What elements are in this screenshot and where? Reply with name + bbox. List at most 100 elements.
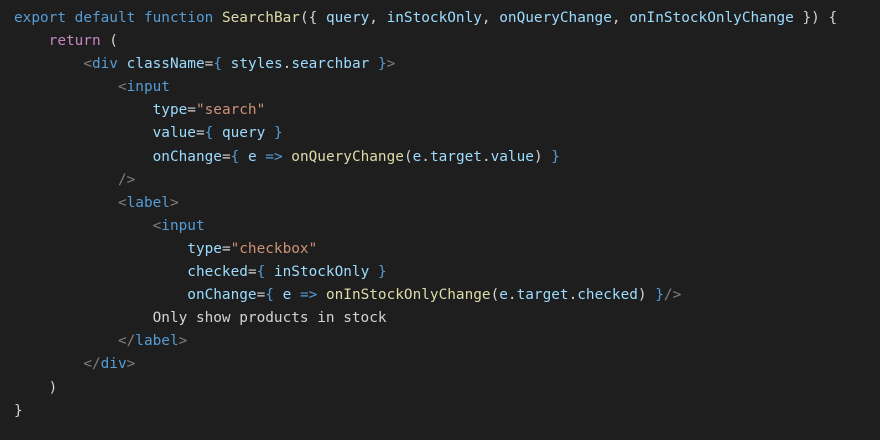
- code-token: }: [273, 125, 283, 142]
- code-line: Only show products in stock: [14, 307, 880, 330]
- code-block: export default function SearchBar({ quer…: [14, 7, 880, 423]
- code-token: value: [490, 148, 534, 165]
- code-token: =: [221, 148, 231, 165]
- code-token: ): [533, 148, 552, 165]
- code-token: "checkbox": [230, 240, 318, 257]
- code-token: checked: [187, 264, 248, 281]
- code-token: className: [126, 56, 205, 73]
- code-token: default: [74, 10, 136, 26]
- code-token: </: [83, 356, 101, 373]
- code-token: =: [204, 56, 214, 73]
- code-token: =: [187, 102, 196, 119]
- code-line: return (: [14, 30, 880, 53]
- code-token: type: [187, 240, 222, 257]
- code-token: SearchBar: [221, 10, 300, 26]
- code-token: div: [91, 56, 118, 73]
- code-line: ): [14, 377, 880, 400]
- code-token: <: [117, 194, 127, 211]
- code-token: >: [169, 194, 179, 211]
- code-token: (: [403, 148, 413, 165]
- code-token: searchbar: [291, 56, 370, 73]
- code-token: {: [204, 125, 214, 142]
- code-token: >: [178, 333, 188, 350]
- code-token: (: [490, 287, 500, 304]
- code-token: ): [637, 287, 656, 304]
- code-token: }: [377, 264, 387, 281]
- code-token: >: [386, 56, 396, 73]
- code-token: >: [126, 356, 136, 373]
- code-token: =: [256, 287, 266, 304]
- code-token: }) {: [793, 10, 838, 26]
- code-line: <input: [14, 76, 880, 99]
- code-line: type="search": [14, 99, 880, 122]
- code-line: onChange={ e => onQueryChange(e.target.v…: [14, 146, 880, 169]
- code-token: return: [48, 33, 101, 50]
- code-token: onQueryChange: [291, 148, 404, 165]
- code-editor[interactable]: export default function SearchBar({ quer…: [0, 0, 880, 440]
- code-token: }: [377, 56, 387, 73]
- code-token: }: [14, 402, 23, 419]
- code-line: </div>: [14, 353, 880, 376]
- code-token: div: [100, 356, 127, 373]
- code-token: =: [247, 264, 257, 281]
- code-token: e: [247, 148, 257, 165]
- code-token: value: [152, 125, 196, 142]
- code-line: checked={ inStockOnly }: [14, 261, 880, 284]
- code-token: query: [325, 10, 370, 26]
- code-token: <: [152, 217, 162, 234]
- code-token: e: [499, 287, 508, 304]
- code-line: onChange={ e => onInStockOnlyChange(e.ta…: [14, 284, 880, 307]
- code-line: }: [14, 400, 880, 423]
- code-token: e: [412, 148, 422, 165]
- code-token: =: [221, 240, 231, 257]
- code-token: {: [256, 264, 266, 281]
- code-line: <div className={ styles.searchbar }>: [14, 53, 880, 76]
- code-token: type: [152, 102, 188, 119]
- code-token: onChange: [152, 148, 222, 165]
- code-token: ): [48, 379, 58, 396]
- code-token: .: [282, 56, 292, 73]
- code-token: Only show products in stock: [152, 310, 387, 327]
- code-token: inStockOnly: [273, 264, 370, 281]
- code-token: }: [655, 287, 664, 304]
- code-token: .: [507, 287, 517, 304]
- code-token: onChange: [187, 287, 257, 304]
- code-token: target: [429, 148, 482, 165]
- code-token: target: [516, 287, 569, 304]
- code-token: onInStockOnlyChange: [629, 10, 794, 26]
- code-token: checked: [577, 287, 638, 304]
- code-token: styles: [230, 56, 283, 73]
- code-token: function: [143, 10, 214, 26]
- code-token: (: [100, 33, 118, 50]
- code-token: onQueryChange: [499, 10, 612, 26]
- code-line: <input: [14, 215, 880, 238]
- code-token: </: [117, 333, 136, 350]
- code-line: </label>: [14, 330, 880, 353]
- code-token: }: [551, 148, 560, 165]
- code-line: type="checkbox": [14, 238, 880, 261]
